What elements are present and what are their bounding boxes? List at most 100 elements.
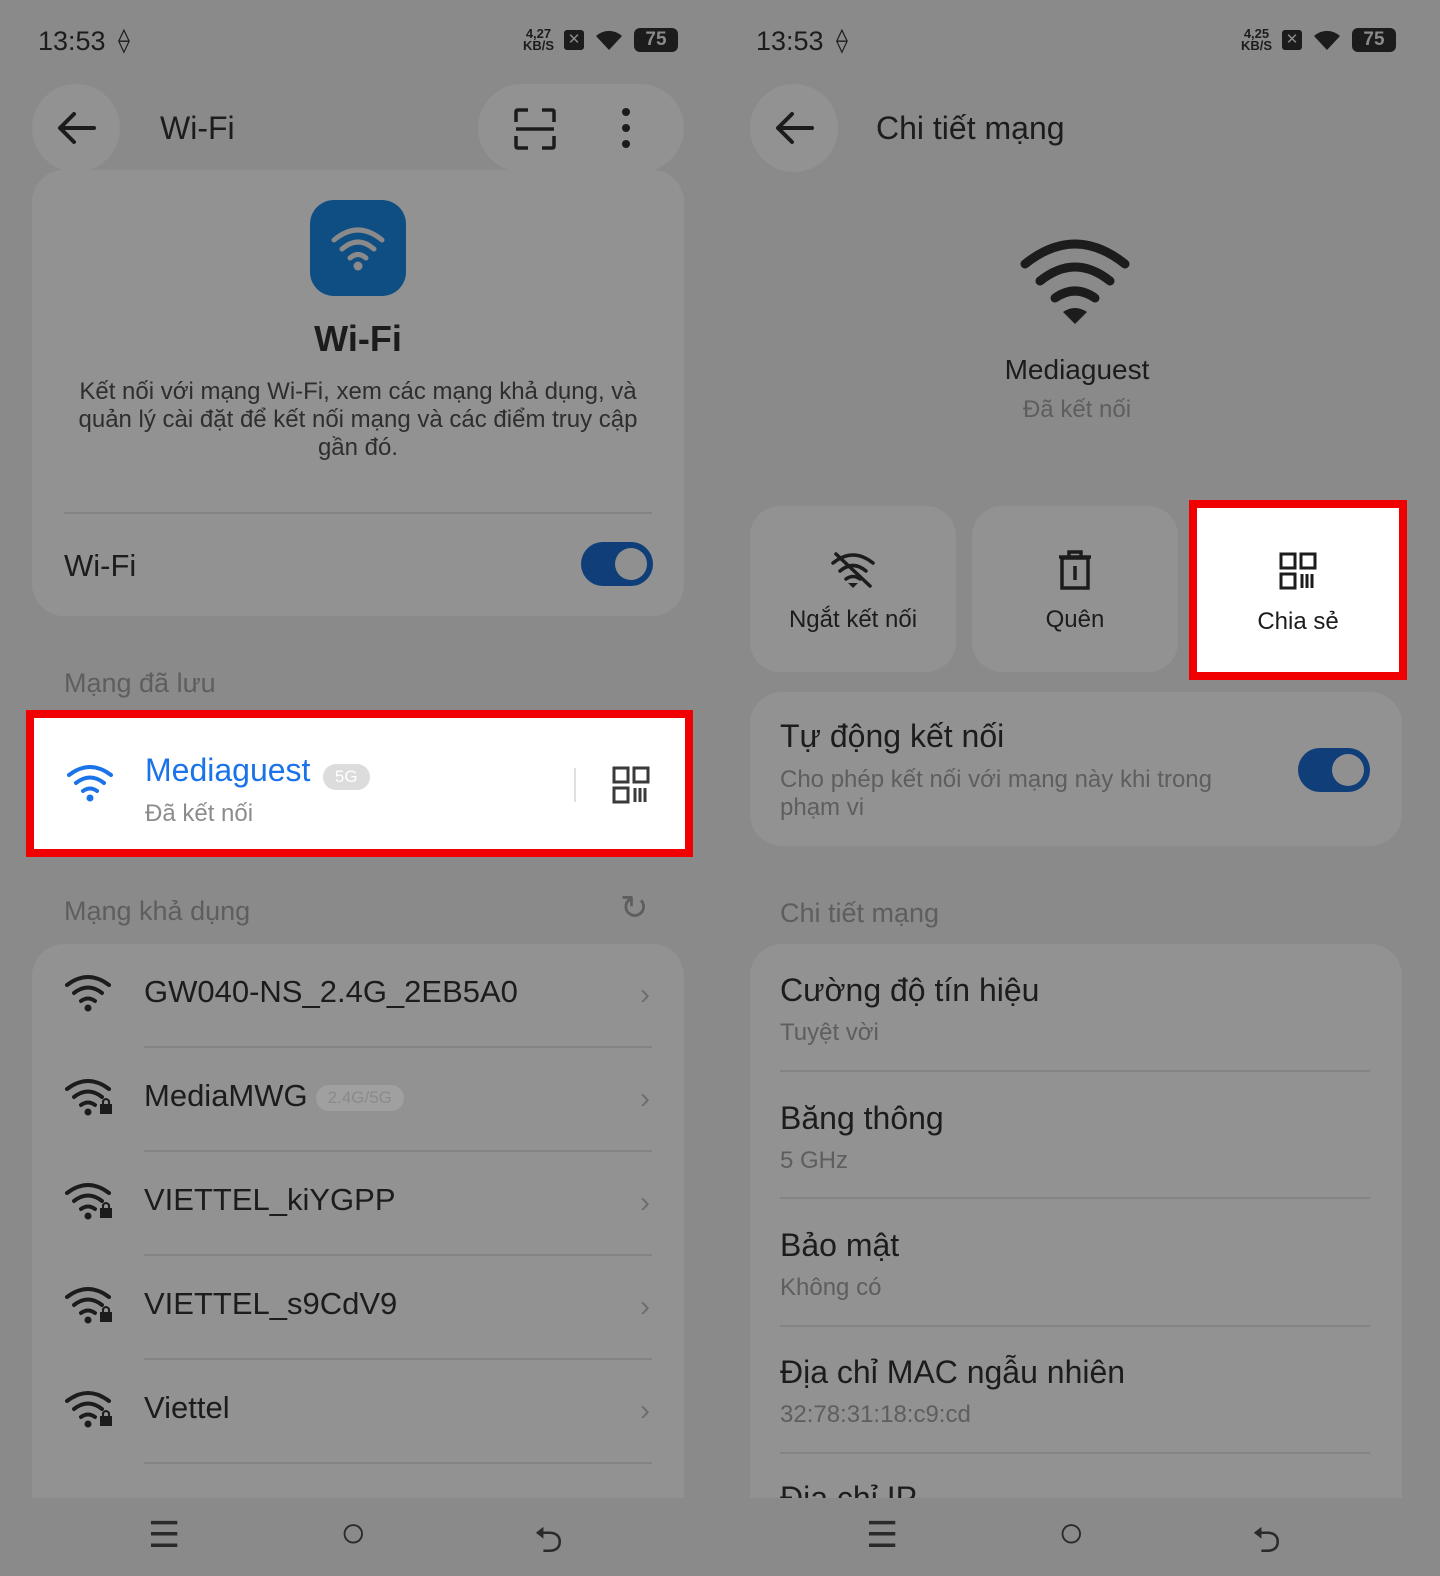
back-button[interactable] [750, 84, 838, 172]
network-details-screen: 13:53 ⟠ 4,25 KB/S ✕ 75 Chi tiết mạng Medi… [718, 0, 1436, 1576]
home-icon[interactable]: ○ [1058, 1508, 1085, 1558]
saved-network-status: Đã kết nối [145, 800, 254, 827]
network-details-label: Chi tiết mạng [780, 898, 940, 928]
battery-indicator: 75 [634, 28, 678, 52]
wifi-off-icon [831, 552, 875, 588]
trash-icon [1059, 550, 1091, 590]
divider [780, 1070, 1370, 1072]
network-name: GW040-NS_2.4G_2EB5A0 [144, 974, 518, 1009]
divider [780, 1452, 1370, 1454]
chevron-right-icon: › [640, 1186, 650, 1219]
battery-indicator: 75 [1352, 28, 1396, 52]
status-bar: 13:53 ⟠ 4,25 KB/S ✕ 75 [756, 22, 1396, 62]
sim-off-icon: ✕ [1282, 30, 1302, 50]
wifi-toggle[interactable] [581, 542, 653, 586]
navigation-bar: ☰ ○ ⮌ [718, 1498, 1436, 1576]
detail-value: 5 GHz [780, 1147, 849, 1174]
forget-label: Quên [1045, 606, 1105, 633]
detail-row-signal[interactable]: Cường độ tín hiệu Tuyệt vời [750, 972, 1370, 1047]
network-speed: 4,27 KB/S [522, 26, 554, 53]
wifi-lock-icon [65, 1079, 112, 1116]
detail-value: 32:78:31:18:c9:cd [780, 1401, 971, 1428]
divider [144, 1462, 652, 1464]
back-nav-icon[interactable]: ⮌ [1252, 1514, 1281, 1575]
detail-title: Cường độ tín hiệu [780, 972, 1040, 1008]
chevron-right-icon: › [640, 1082, 650, 1115]
saved-networks-label: Mạng đã lưu [64, 668, 216, 698]
network-name: Mediaguest [1004, 354, 1150, 385]
wifi-status-icon [596, 30, 622, 50]
detail-value: Không có [780, 1274, 882, 1301]
detail-row-security[interactable]: Bảo mật Không có [750, 1227, 1370, 1302]
status-bar: 13:53 ⟠ 4,27 KB/S ✕ 75 [38, 22, 678, 62]
arrow-left-icon [58, 112, 96, 144]
network-name: VIETTEL_s9CdV9 [144, 1286, 398, 1321]
qr-code-icon [1279, 552, 1317, 590]
network-name: VIETTEL_kiYGPP [144, 1182, 396, 1217]
status-time: 13:53 [38, 26, 106, 56]
network-row[interactable]: MediaMWG 2.4G/5G › [32, 1048, 684, 1152]
wifi-lock-icon [65, 1287, 112, 1324]
navigation-bar: ☰ ○ ⮌ [0, 1498, 718, 1576]
intro-description: Kết nối với mạng Wi-Fi, xem các mạng khả… [78, 378, 638, 461]
menu-icon[interactable]: ☰ [866, 1514, 898, 1556]
page-title: Chi tiết mạng [876, 110, 1065, 146]
detail-value: Tuyệt vời [780, 1019, 879, 1046]
network-row[interactable]: GW040-NS_2.4G_2EB5A0 › [32, 944, 684, 1048]
network-status: Đã kết nối [1022, 396, 1132, 423]
band-badge: 5G [322, 763, 370, 790]
qr-code-icon[interactable] [612, 766, 650, 804]
network-name: Viettel [144, 1390, 230, 1425]
available-networks-label: Mạng khả dụng [64, 896, 251, 926]
status-time: 13:53 [756, 26, 824, 56]
wifi-signal-icon [1020, 239, 1130, 324]
detail-row-mac[interactable]: Địa chỉ MAC ngẫu nhiên 32:78:31:18:c9:cd [750, 1354, 1370, 1429]
network-row[interactable]: Viettel › [32, 1360, 684, 1464]
wifi-toggle-label: Wi-Fi [64, 548, 137, 583]
location-icon: ⟠ [836, 27, 848, 54]
wifi-app-icon [310, 200, 406, 296]
saved-network-name: Mediaguest [145, 752, 311, 788]
auto-connect-description: Cho phép kết nối với mạng này khi trong … [780, 766, 1212, 821]
wifi-status-icon [1314, 30, 1340, 50]
wifi-icon [65, 975, 111, 1012]
more-options-icon[interactable] [616, 106, 636, 150]
auto-connect-toggle[interactable] [1298, 748, 1370, 792]
scan-qr-icon[interactable] [514, 108, 556, 150]
detail-title: Bảo mật [780, 1227, 900, 1263]
separator [574, 768, 576, 802]
detail-title: Địa chỉ IP [780, 1480, 917, 1500]
disconnect-label: Ngắt kết nối [788, 606, 918, 633]
sim-off-icon: ✕ [564, 30, 584, 50]
network-row[interactable]: VIETTEL_s9CdV9 › [32, 1256, 684, 1360]
header-actions [478, 84, 684, 172]
divider [64, 512, 652, 514]
network-speed: 4,25 KB/S [1240, 26, 1272, 53]
share-button[interactable]: Chia sẻ [1189, 500, 1407, 680]
arrow-left-icon [776, 112, 814, 144]
detail-row-ip[interactable]: Địa chỉ IP [750, 1480, 1370, 1500]
detail-row-bandwidth[interactable]: Băng thông 5 GHz [750, 1100, 1370, 1175]
auto-connect-title: Tự động kết nối [780, 718, 1005, 754]
wifi-settings-screen: 13:53 ⟠ 4,27 KB/S ✕ 75 Wi-Fi Wi-Fi Kết nố… [0, 0, 718, 1576]
detail-title: Băng thông [780, 1100, 944, 1136]
chevron-right-icon: › [640, 1394, 650, 1427]
network-row[interactable]: VIETTEL_kiYGPP › [32, 1152, 684, 1256]
refresh-icon[interactable]: ↻ [620, 888, 649, 928]
home-icon[interactable]: ○ [340, 1508, 367, 1558]
share-label: Chia sẻ [1257, 608, 1339, 635]
network-name-with-badge: MediaMWG 2.4G/5G [144, 1078, 404, 1114]
disconnect-button[interactable]: Ngắt kết nối [750, 506, 956, 672]
menu-icon[interactable]: ☰ [148, 1514, 180, 1556]
forget-button[interactable]: Quên [972, 506, 1178, 672]
saved-network-mediaguest[interactable]: Mediaguest 5G Đã kết nối [26, 710, 693, 857]
location-icon: ⟠ [118, 27, 130, 54]
intro-title: Wi-Fi [314, 318, 402, 359]
wifi-lock-icon [65, 1183, 112, 1220]
back-button[interactable] [32, 84, 120, 172]
band-badge: 2.4G/5G [315, 1084, 404, 1111]
wifi-lock-icon [65, 1391, 112, 1428]
chevron-right-icon: › [640, 978, 650, 1011]
divider [780, 1325, 1370, 1327]
back-nav-icon[interactable]: ⮌ [534, 1514, 563, 1575]
